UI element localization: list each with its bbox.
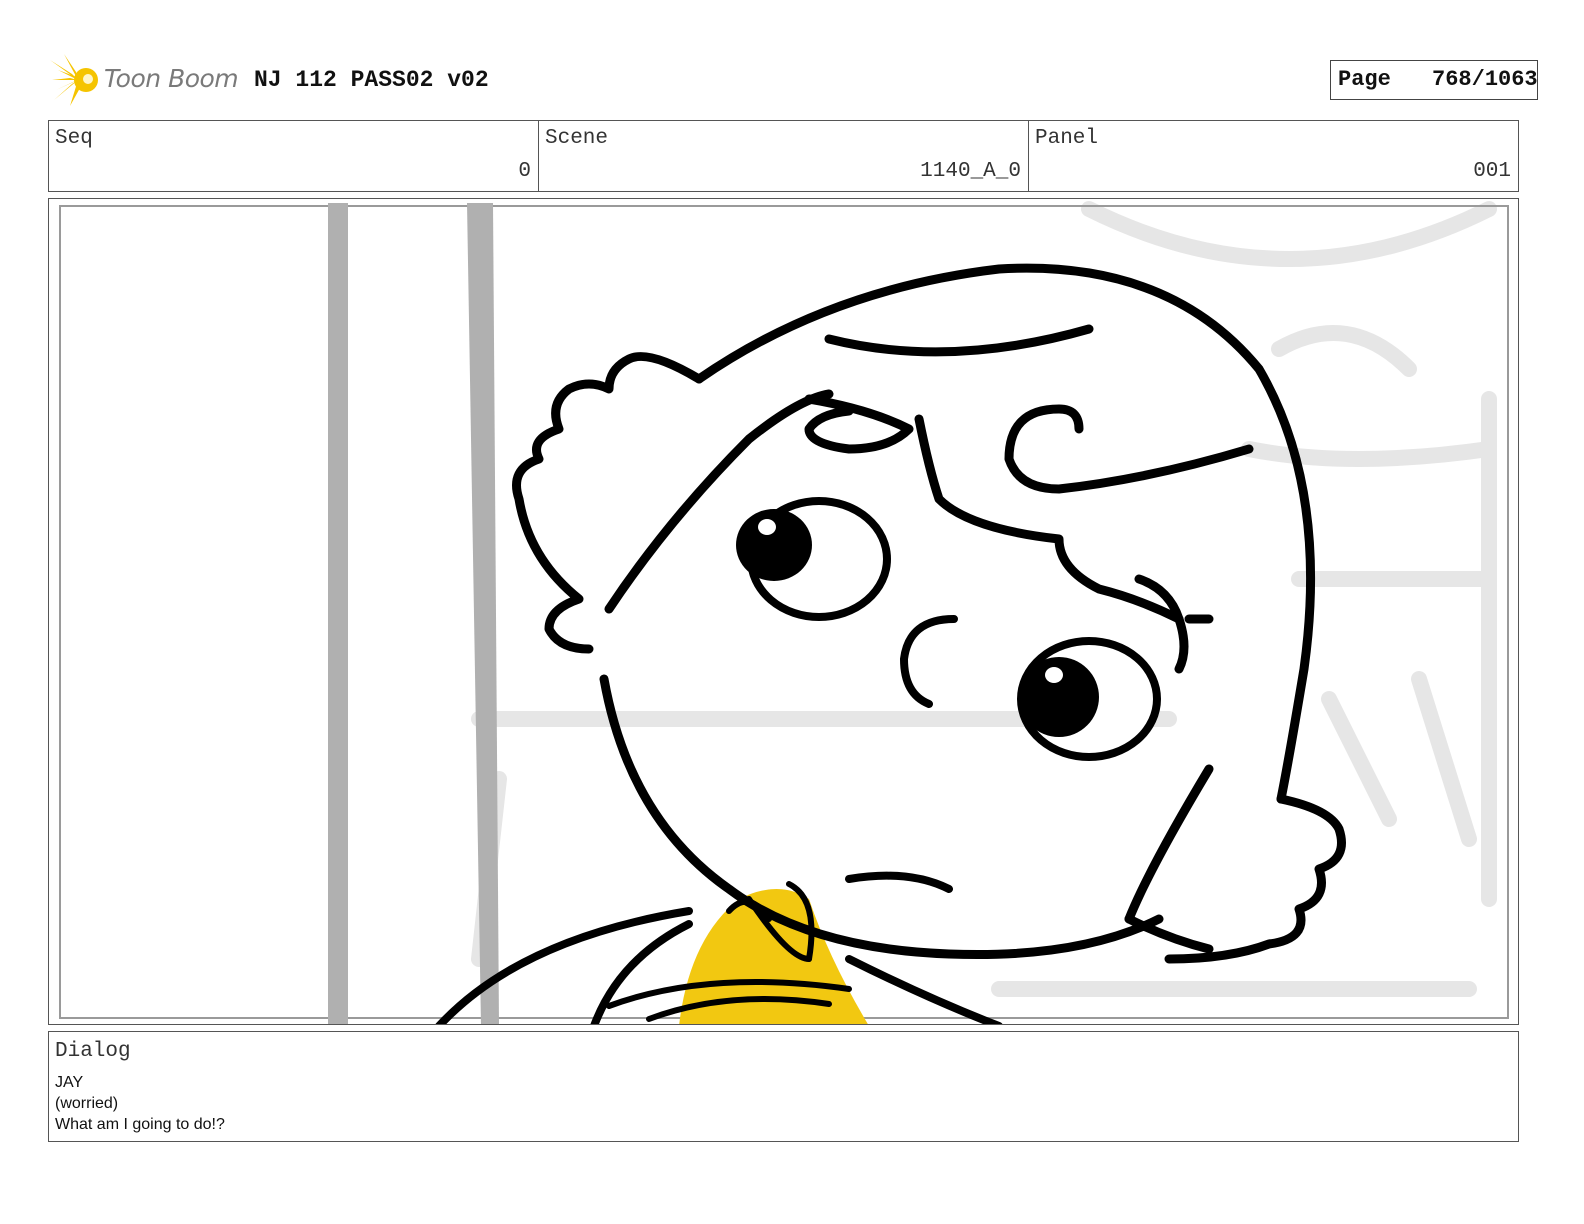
character-sketch	[59, 201, 1509, 1024]
dialog-parenthetical: (worried)	[55, 1095, 119, 1112]
seq-cell: Seq 0	[49, 121, 539, 191]
panel-info-row: Seq 0 Scene 1140_A_0 Panel 001	[48, 120, 1519, 192]
left-eye	[736, 497, 891, 621]
page-indicator: Page 768/1063	[1330, 60, 1538, 100]
panel-cell: Panel 001	[1029, 121, 1518, 191]
storyboard-header: Toon Boom NJ 112 PASS02 v02 Page 768/106…	[48, 50, 1538, 110]
right-eye	[1017, 637, 1161, 761]
left-pole	[328, 203, 348, 1024]
seq-value: 0	[518, 160, 531, 183]
dialog-label: Dialog	[55, 1040, 131, 1063]
logo-text: Toon Boom	[104, 64, 239, 93]
dialog-character: JAY	[55, 1074, 84, 1091]
scene-cell: Scene 1140_A_0	[539, 121, 1029, 191]
project-title: NJ 112 PASS02 v02	[254, 67, 489, 93]
dialog-box: Dialog JAY (worried) What am I going to …	[48, 1031, 1519, 1142]
nose-and-mouth	[845, 615, 958, 893]
scene-label: Scene	[545, 127, 609, 150]
storyboard-panel-image	[48, 198, 1519, 1025]
background-sketch	[471, 201, 1497, 997]
panel-label: Panel	[1035, 127, 1099, 150]
right-pole	[467, 203, 499, 1024]
page-label: Page	[1338, 67, 1391, 92]
character-head	[512, 263, 1346, 964]
toon-boom-logo: Toon Boom	[48, 50, 248, 110]
dialog-text: JAY (worried) What am I going to do!?	[55, 1072, 225, 1135]
seq-label: Seq	[55, 127, 93, 150]
sunburst-icon	[50, 54, 98, 106]
page-number: 768/1063	[1432, 67, 1538, 92]
panel-value: 001	[1473, 160, 1511, 183]
scene-value: 1140_A_0	[920, 160, 1021, 183]
dialog-speech: What am I going to do!?	[55, 1116, 225, 1133]
